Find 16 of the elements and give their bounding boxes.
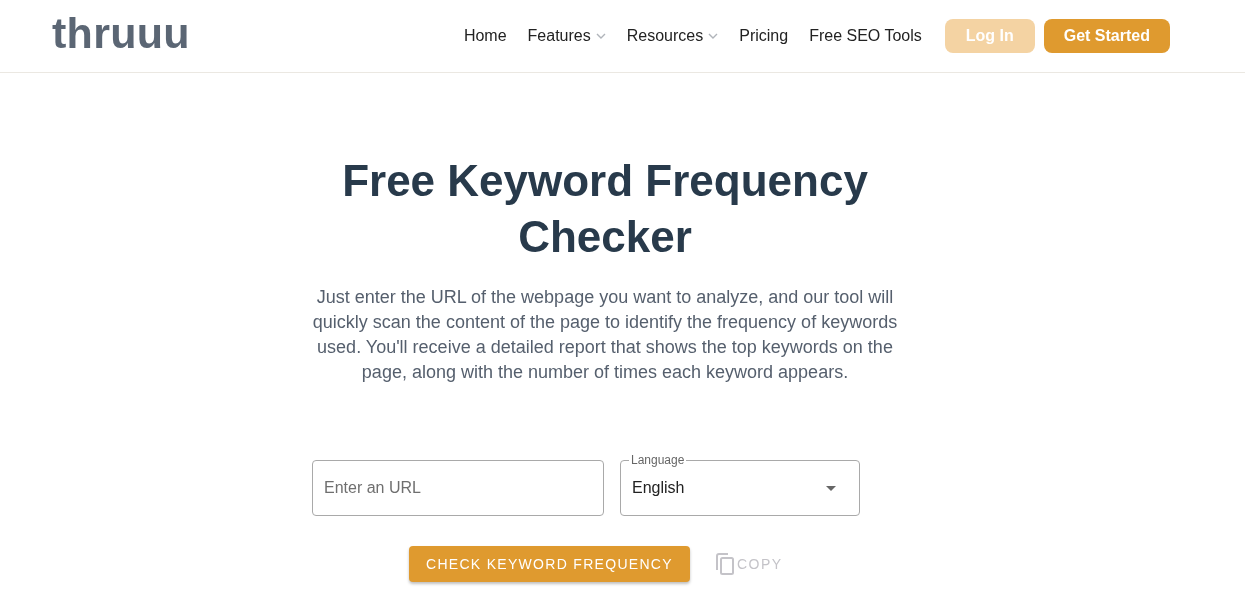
url-input-field[interactable]: Enter an URL: [312, 460, 604, 516]
nav-link[interactable]: Resources: [626, 27, 719, 45]
nav-link[interactable]: Features: [527, 27, 606, 45]
description-text: Just enter the URL of the webpage you want to analyze, and our tool will quickly scan the content of the page to identify the frequency of keywords used. You'll receive a detailed report that shows the top keywords on the page, along with the number of times each keyword appears.: [311, 286, 899, 384]
chevron-down-icon: [708, 33, 719, 39]
language-select[interactable]: Language English: [620, 453, 860, 516]
nav-link[interactable]: Pricing: [739, 27, 789, 45]
nav-link[interactable]: Home: [463, 27, 507, 45]
page-title: Free Keyword Frequency Checker: [341, 155, 869, 263]
logo[interactable]: thruuu: [52, 9, 190, 58]
select-label: Language: [630, 453, 686, 467]
chevron-down-icon: [595, 33, 606, 39]
dropdown-arrow-icon: [826, 485, 836, 491]
copy-icon: [714, 553, 734, 575]
select-value: English: [632, 479, 685, 497]
nav-link[interactable]: Free SEO Tools: [809, 27, 922, 45]
